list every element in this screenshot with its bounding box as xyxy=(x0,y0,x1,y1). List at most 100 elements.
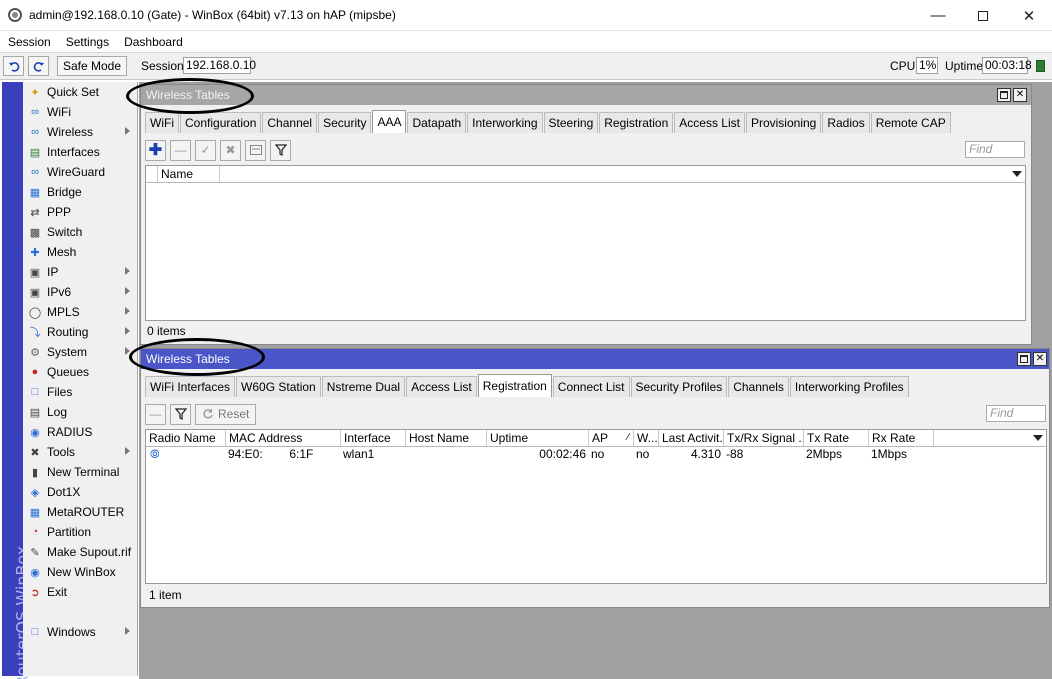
tab-remote-cap[interactable]: Remote CAP xyxy=(870,112,951,133)
close-button[interactable]: ✕ xyxy=(1006,0,1052,31)
maximize-button[interactable] xyxy=(960,0,1006,31)
column-interface[interactable]: Interface xyxy=(341,430,406,446)
tab-connect-list[interactable]: Connect List xyxy=(552,376,630,397)
window-1-maximize-button[interactable] xyxy=(997,88,1011,102)
sidebar-item-files[interactable]: □ Files xyxy=(23,382,138,402)
sidebar-item-quick-set[interactable]: ✦ Quick Set xyxy=(23,82,138,102)
sidebar-item-queues[interactable]: ● Queues xyxy=(23,362,138,382)
sidebar-item-routing[interactable]: ⤵ Routing xyxy=(23,322,138,342)
comment-button[interactable] xyxy=(245,139,266,161)
status-led-icon xyxy=(1036,60,1045,72)
column-tx-rate[interactable]: Tx Rate xyxy=(804,430,869,446)
column-dropdown-icon[interactable] xyxy=(1012,171,1022,177)
sidebar-item-log[interactable]: ▤ Log xyxy=(23,402,138,422)
menu-settings[interactable]: Settings xyxy=(58,35,116,49)
sidebar-item-new-terminal[interactable]: ▮ New Terminal xyxy=(23,462,138,482)
sidebar-item-bridge[interactable]: ▦ Bridge xyxy=(23,182,138,202)
redo-button[interactable] xyxy=(28,56,49,76)
tab-security[interactable]: Security xyxy=(318,112,372,133)
menu-session[interactable]: Session xyxy=(0,35,58,49)
tab-security-profiles[interactable]: Security Profiles xyxy=(630,376,728,397)
sidebar-item-wifi[interactable]: ∞ WiFi xyxy=(23,102,138,122)
menu-dashboard[interactable]: Dashboard xyxy=(116,35,190,49)
window-1-table: Name xyxy=(145,165,1026,321)
tab-datapath[interactable]: Datapath xyxy=(407,112,467,133)
column-name[interactable]: Name xyxy=(158,166,220,182)
safe-mode-button[interactable]: Safe Mode xyxy=(57,56,127,76)
sidebar-item-exit[interactable]: ➲ Exit xyxy=(23,582,138,602)
sidebar-item-partition[interactable]: ◔ Partition xyxy=(23,522,138,542)
tab-w60g-station[interactable]: W60G Station xyxy=(236,376,321,397)
sidebar-item-tools[interactable]: ✖ Tools xyxy=(23,442,138,462)
sidebar-item-interfaces[interactable]: ▤ Interfaces xyxy=(23,142,138,162)
window-title: admin@192.168.0.10 (Gate) - WinBox (64bi… xyxy=(29,8,396,22)
tab-interworking[interactable]: Interworking xyxy=(467,112,543,133)
tab-aaa[interactable]: AAA xyxy=(372,110,407,133)
remove-button[interactable]: — xyxy=(145,403,166,425)
tab-access-list[interactable]: Access List xyxy=(406,376,477,397)
column-rx-rate[interactable]: Rx Rate xyxy=(869,430,934,446)
remove-button[interactable]: — xyxy=(170,139,191,161)
window-2-find-input[interactable]: Find xyxy=(986,405,1046,422)
column-radio-name[interactable]: Radio Name xyxy=(146,430,226,446)
sidebar-item-radius[interactable]: ◉ RADIUS xyxy=(23,422,138,442)
column-host-name[interactable]: Host Name xyxy=(406,430,487,446)
sidebar-item-dot1x[interactable]: ◈ Dot1X xyxy=(23,482,138,502)
table-row[interactable]: ⦾ 94:E0: 6:1F wlan1 00:02:46 no no 4.310… xyxy=(146,447,1046,462)
tab-configuration[interactable]: Configuration xyxy=(180,112,262,133)
window-1-close-button[interactable]: ✕ xyxy=(1013,88,1027,102)
column-ap[interactable]: AP ∕ xyxy=(589,430,634,446)
filter-button[interactable] xyxy=(170,403,191,425)
sidebar-item-metarouter[interactable]: ▦ MetaROUTER xyxy=(23,502,138,522)
sidebar-item-wireguard[interactable]: ∞ WireGuard xyxy=(23,162,138,182)
sidebar-item-mpls[interactable]: ◯ MPLS xyxy=(23,302,138,322)
add-button[interactable]: ✚ xyxy=(145,139,166,161)
tab-steering[interactable]: Steering xyxy=(543,112,599,133)
column-dropdown-icon[interactable] xyxy=(1033,435,1043,441)
reset-button[interactable]: Reset xyxy=(195,403,257,425)
tab-provisioning[interactable]: Provisioning xyxy=(745,112,822,133)
filter-button[interactable] xyxy=(270,139,291,161)
sidebar-item-label: Log xyxy=(47,405,68,419)
undo-button[interactable] xyxy=(3,56,24,76)
tab-interworking-profiles[interactable]: Interworking Profiles xyxy=(789,376,909,397)
sidebar-item-windows[interactable]: □ Windows xyxy=(23,622,138,642)
enable-button[interactable]: ✓ xyxy=(195,139,216,161)
window-2-maximize-button[interactable] xyxy=(1017,352,1031,366)
tab-registration[interactable]: Registration xyxy=(477,374,552,397)
tab-channel[interactable]: Channel xyxy=(262,112,318,133)
sidebar-item-mesh[interactable]: ✚ Mesh xyxy=(23,242,138,262)
mesh-icon: ✚ xyxy=(30,246,40,259)
cell-tx-rx-signal: -88 xyxy=(726,447,744,461)
sidebar-item-new-winbox[interactable]: ◉ New WinBox xyxy=(23,562,138,582)
tab-channels[interactable]: Channels xyxy=(728,376,789,397)
sidebar-item-system[interactable]: ⚙ System xyxy=(23,342,138,362)
tab-wifi-interfaces[interactable]: WiFi Interfaces xyxy=(145,376,236,397)
tab-registration[interactable]: Registration xyxy=(599,112,674,133)
disable-button[interactable]: ✖ xyxy=(220,139,241,161)
column-tx-rx-signal[interactable]: Tx/Rx Signal ... xyxy=(724,430,804,446)
tab-nstreme-dual[interactable]: Nstreme Dual xyxy=(321,376,406,397)
tab-radios[interactable]: Radios xyxy=(822,112,870,133)
column-last-activity[interactable]: Last Activit... xyxy=(659,430,724,446)
column-w[interactable]: W... xyxy=(634,430,659,446)
window-1-title-bar[interactable]: Wireless Tables xyxy=(141,85,1031,105)
tab-access-list[interactable]: Access List xyxy=(674,112,745,133)
tab-wifi[interactable]: WiFi xyxy=(145,112,179,133)
column-mac-address[interactable]: MAC Address xyxy=(226,430,341,446)
sidebar-item-ppp[interactable]: ⇄ PPP xyxy=(23,202,138,222)
routing-icon: ⤵ xyxy=(29,327,41,339)
sidebar-item-label: WireGuard xyxy=(47,165,106,179)
cell-w: no xyxy=(636,447,650,461)
window-2-close-button[interactable]: ✕ xyxy=(1033,352,1047,366)
sidebar-item-ip[interactable]: ▣ IP xyxy=(23,262,138,282)
sidebar-item-make-supout-rif[interactable]: ✎ Make Supout.rif xyxy=(23,542,138,562)
column-uptime[interactable]: Uptime xyxy=(487,430,589,446)
minimize-button[interactable]: — xyxy=(915,0,961,31)
window-1-find-input[interactable]: Find xyxy=(965,141,1025,158)
sidebar-item-switch[interactable]: ▩ Switch xyxy=(23,222,138,242)
window-2-title-bar[interactable]: Wireless Tables xyxy=(141,349,1049,369)
sidebar-item-ipv6[interactable]: ▣ IPv6 xyxy=(23,282,138,302)
sidebar-item-label: WiFi xyxy=(47,105,71,119)
sidebar-item-wireless[interactable]: ∞ Wireless xyxy=(23,122,138,142)
